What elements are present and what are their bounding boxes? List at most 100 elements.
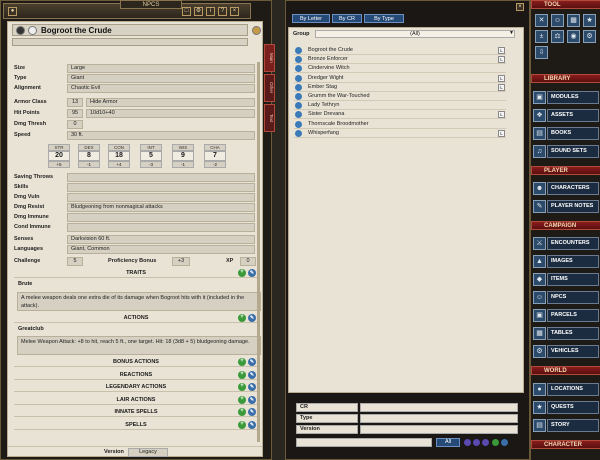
- edit-list-icon[interactable]: [501, 439, 508, 446]
- sidebar-item-parcels[interactable]: ▣ PARCELS: [533, 309, 599, 324]
- identify-icon[interactable]: [16, 26, 25, 35]
- gear-icon[interactable]: ⚙: [194, 7, 203, 16]
- share-icon[interactable]: □: [182, 7, 191, 16]
- skills-field[interactable]: [67, 183, 255, 192]
- action-name[interactable]: Greatclub: [18, 326, 44, 332]
- add-npc-icon[interactable]: [492, 439, 499, 446]
- group-select[interactable]: (All): [315, 30, 515, 38]
- npc-token-icon[interactable]: [295, 56, 302, 64]
- hit-dice[interactable]: 10d10+40: [86, 109, 255, 118]
- lock-icon[interactable]: ●: [8, 7, 17, 16]
- npc-token-icon[interactable]: [295, 83, 302, 91]
- lock-icon[interactable]: L: [498, 129, 505, 137]
- portrait-icon[interactable]: [252, 26, 261, 35]
- tab-other[interactable]: Other: [264, 74, 275, 102]
- sidebar-item-modules[interactable]: ▣ MODULES: [533, 91, 599, 106]
- edit-actions-icon[interactable]: ✎: [248, 314, 256, 322]
- people-icon[interactable]: ☺: [551, 14, 564, 27]
- ability-int[interactable]: INT 5 -3: [140, 144, 162, 168]
- dice-icon[interactable]: ✕: [535, 14, 548, 27]
- add-legendary-icon[interactable]: +: [238, 383, 246, 391]
- ability-wis[interactable]: WIS 9 -1: [172, 144, 194, 168]
- sidebar-item-vehicles[interactable]: ⚙ VEHICLES: [533, 345, 599, 360]
- dmg-immune-field[interactable]: [67, 213, 255, 222]
- edit-lair-icon[interactable]: ✎: [248, 396, 256, 404]
- sidebar-item-locations[interactable]: ● LOCATIONS: [533, 383, 599, 398]
- ability-str[interactable]: STR 20 +5: [48, 144, 70, 168]
- chevron-down-icon[interactable]: ▼: [509, 30, 514, 36]
- npc-token-icon[interactable]: [295, 102, 302, 110]
- filter-a-icon[interactable]: [464, 439, 471, 446]
- npc-token-icon[interactable]: [295, 129, 302, 137]
- npc-token-icon[interactable]: [295, 111, 302, 119]
- languages-field[interactable]: Giant, Common: [67, 245, 255, 254]
- action-description[interactable]: Melee Weapon Attack: +8 to hit, reach 5 …: [17, 336, 261, 355]
- lock-icon[interactable]: L: [498, 111, 505, 119]
- sidebar-item-sound-sets[interactable]: ♫ SOUND SETS: [533, 145, 599, 160]
- sidebar-item-assets[interactable]: ❖ ASSETS: [533, 109, 599, 124]
- dmg-resist-field[interactable]: Bludgeoning from nonmagical attacks: [67, 203, 255, 212]
- size-field[interactable]: Large: [67, 64, 255, 73]
- type-filter-select[interactable]: [360, 414, 518, 423]
- hit-points-value[interactable]: 95: [67, 109, 83, 118]
- list-item[interactable]: Ember Stag L: [294, 83, 506, 92]
- ability-dex[interactable]: DEX 8 -1: [78, 144, 100, 168]
- add-lair-icon[interactable]: +: [238, 396, 246, 404]
- senses-field[interactable]: Darkvision 60 ft.: [67, 235, 255, 244]
- version-select[interactable]: Legacy: [128, 448, 168, 457]
- subtitle-field[interactable]: [12, 38, 248, 46]
- sidebar-item-books[interactable]: ▤ BOOKS: [533, 127, 599, 142]
- scales-icon[interactable]: ⚖: [551, 30, 564, 43]
- saving-throws-field[interactable]: [67, 173, 255, 182]
- cond-immune-field[interactable]: [67, 223, 255, 232]
- npc-name-field[interactable]: Bogroot the Crude: [12, 24, 248, 36]
- dmg-vuln-field[interactable]: [67, 193, 255, 202]
- tab-main[interactable]: Main: [264, 44, 275, 72]
- trait-name[interactable]: Brute: [18, 281, 32, 287]
- add-bonus-action-icon[interactable]: +: [238, 358, 246, 366]
- edit-legendary-icon[interactable]: ✎: [248, 383, 256, 391]
- filter-b-icon[interactable]: [473, 439, 480, 446]
- armor-detail[interactable]: Hide Armor: [86, 98, 255, 107]
- list-item[interactable]: Lady Tethryn: [294, 101, 506, 111]
- speed-field[interactable]: 30 ft.: [67, 131, 255, 140]
- armor-class-value[interactable]: 13: [67, 98, 83, 107]
- xp-value[interactable]: 0: [240, 257, 256, 266]
- sidebar-item-characters[interactable]: ☻ CHARACTERS: [533, 182, 599, 197]
- add-trait-icon[interactable]: +: [238, 269, 246, 277]
- sidebar-item-story[interactable]: ▤ STORY: [533, 419, 599, 434]
- sidebar-item-encounters[interactable]: ⚔ ENCOUNTERS: [533, 237, 599, 252]
- effects-icon[interactable]: ★: [583, 14, 596, 27]
- library-header[interactable]: LIBRARY: [531, 74, 600, 83]
- ability-cha[interactable]: CHA 7 -2: [204, 144, 226, 168]
- sidebar-item-quests[interactable]: ★ QUESTS: [533, 401, 599, 416]
- edit-innate-spells-icon[interactable]: ✎: [248, 408, 256, 416]
- filter-by-type-button[interactable]: By Type: [364, 14, 404, 23]
- player-header[interactable]: PLAYER: [531, 166, 600, 175]
- alignment-field[interactable]: Chaotic Evil: [67, 84, 255, 93]
- list-item[interactable]: Cindervine Witch: [294, 64, 506, 74]
- filter-by-letter-button[interactable]: By Letter: [292, 14, 330, 23]
- edit-bonus-actions-icon[interactable]: ✎: [248, 358, 256, 366]
- add-action-icon[interactable]: +: [238, 314, 246, 322]
- list-item[interactable]: Thornscale Broodmother: [294, 120, 506, 129]
- color-icon[interactable]: ◉: [567, 30, 580, 43]
- list-item[interactable]: Sister Drevana L: [294, 110, 506, 120]
- sidebar-item-npcs[interactable]: ☺ NPCS: [533, 291, 599, 306]
- sidebar-item-player-notes[interactable]: ✎ PLAYER NOTES: [533, 200, 599, 215]
- lock-icon[interactable]: L: [498, 56, 505, 64]
- search-input[interactable]: [296, 438, 432, 447]
- list-item[interactable]: Bogroot the Crude L: [294, 46, 506, 55]
- add-reaction-icon[interactable]: +: [238, 371, 246, 379]
- list-item[interactable]: Bronze Enforcer L: [294, 55, 506, 65]
- add-innate-spell-icon[interactable]: +: [238, 408, 246, 416]
- gear-icon[interactable]: ⚙: [583, 30, 596, 43]
- lock-icon[interactable]: L: [498, 47, 505, 54]
- edit-reactions-icon[interactable]: ✎: [248, 371, 256, 379]
- tab-text[interactable]: Text: [264, 104, 275, 132]
- version-filter-select[interactable]: [360, 425, 518, 434]
- challenge-value[interactable]: 5: [67, 257, 83, 266]
- sidebar-item-tables[interactable]: ▦ TABLES: [533, 327, 599, 342]
- all-button[interactable]: All: [436, 438, 460, 447]
- export-icon[interactable]: ⇩: [535, 46, 548, 59]
